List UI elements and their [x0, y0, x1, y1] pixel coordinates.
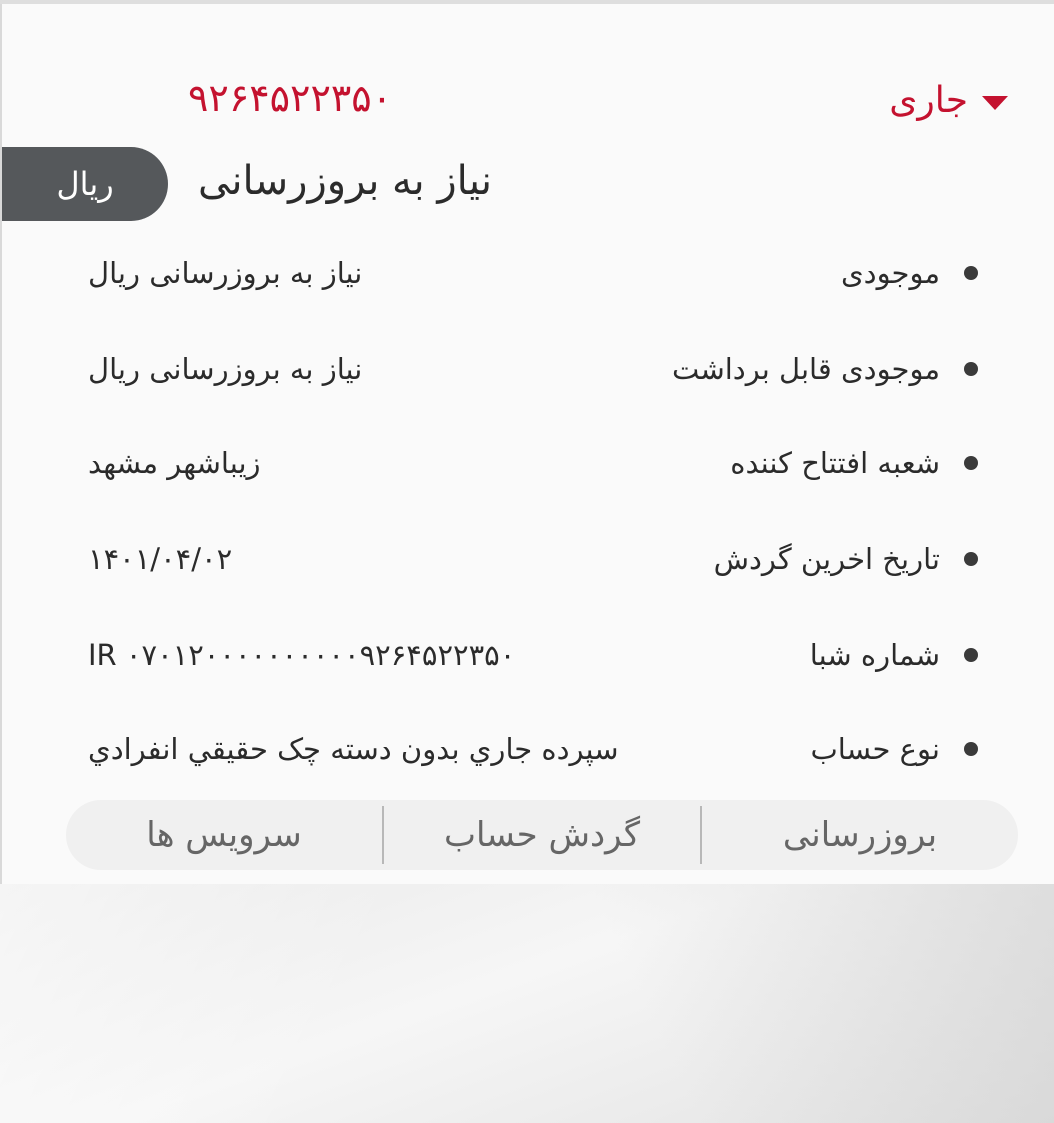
detail-row-withdrawable: موجودی قابل برداشت نیاز به بروزرسانی ریا…	[82, 344, 978, 394]
bullet-icon	[964, 456, 978, 470]
detail-label: شعبه افتتاح کننده	[730, 446, 940, 480]
background-pattern	[0, 884, 1054, 1123]
turnover-button[interactable]: گردش حساب	[384, 800, 700, 870]
bullet-icon	[964, 742, 978, 756]
detail-row-account-kind: نوع حساب سپرده جاري بدون دسته چک حقيقي ا…	[82, 724, 978, 774]
detail-value: سپرده جاري بدون دسته چک حقيقي انفرادي	[88, 732, 619, 766]
action-bar: بروزرسانی گردش حساب سرویس ها	[66, 800, 1018, 870]
action-divider	[700, 806, 702, 864]
detail-label: تاریخ اخرین گردش	[713, 542, 940, 576]
services-button[interactable]: سرویس ها	[66, 800, 382, 870]
account-type-label: جاری	[889, 80, 968, 121]
detail-label: شماره شبا	[809, 638, 940, 672]
detail-value: ۱۴۰۱/۰۴/۰۲	[88, 542, 233, 576]
bullet-icon	[964, 266, 978, 280]
bullet-icon	[964, 648, 978, 662]
detail-value: زیباشهر مشهد	[88, 446, 261, 480]
detail-label-wrap: نوع حساب	[810, 724, 978, 774]
detail-row-branch: شعبه افتتاح کننده زیباشهر مشهد	[82, 438, 978, 488]
detail-row-balance: موجودی نیاز به بروزرسانی ریال	[82, 248, 978, 298]
detail-row-last-turnover-date: تاریخ اخرین گردش ۱۴۰۱/۰۴/۰۲	[82, 534, 978, 584]
account-type-dropdown[interactable]: جاری	[889, 80, 1008, 121]
currency-badge: ریال	[2, 147, 168, 221]
refresh-button[interactable]: بروزرسانی	[702, 800, 1018, 870]
balance-status: نیاز به بروزرسانی	[198, 158, 493, 204]
detail-label: موجودی قابل برداشت	[671, 352, 940, 386]
bullet-icon	[964, 552, 978, 566]
detail-value: نیاز به بروزرسانی ریال	[88, 352, 363, 386]
detail-label-wrap: تاریخ اخرین گردش	[714, 534, 978, 584]
account-card: جاری ۹۲۶۴۵۲۲۳۵۰ ریال نیاز به بروزرسانی م…	[0, 4, 1054, 884]
detail-value: نیاز به بروزرسانی ریال	[88, 256, 363, 290]
detail-label-wrap: موجودی قابل برداشت	[672, 344, 978, 394]
detail-label: موجودی	[840, 256, 940, 290]
action-divider	[382, 806, 384, 864]
detail-label-wrap: شماره شبا	[810, 630, 978, 680]
detail-row-sheba: شماره شبا IR ۰۷۰۱۲۰۰۰۰۰۰۰۰۰۰۹۲۶۴۵۲۲۳۵۰	[82, 630, 978, 680]
account-number: ۹۲۶۴۵۲۲۳۵۰	[188, 76, 393, 120]
detail-label-wrap: موجودی	[841, 248, 978, 298]
detail-label-wrap: شعبه افتتاح کننده	[730, 438, 978, 488]
bullet-icon	[964, 362, 978, 376]
detail-value: IR ۰۷۰۱۲۰۰۰۰۰۰۰۰۰۰۹۲۶۴۵۲۲۳۵۰	[88, 638, 516, 672]
caret-down-icon	[982, 95, 1008, 110]
detail-label: نوع حساب	[810, 732, 940, 766]
